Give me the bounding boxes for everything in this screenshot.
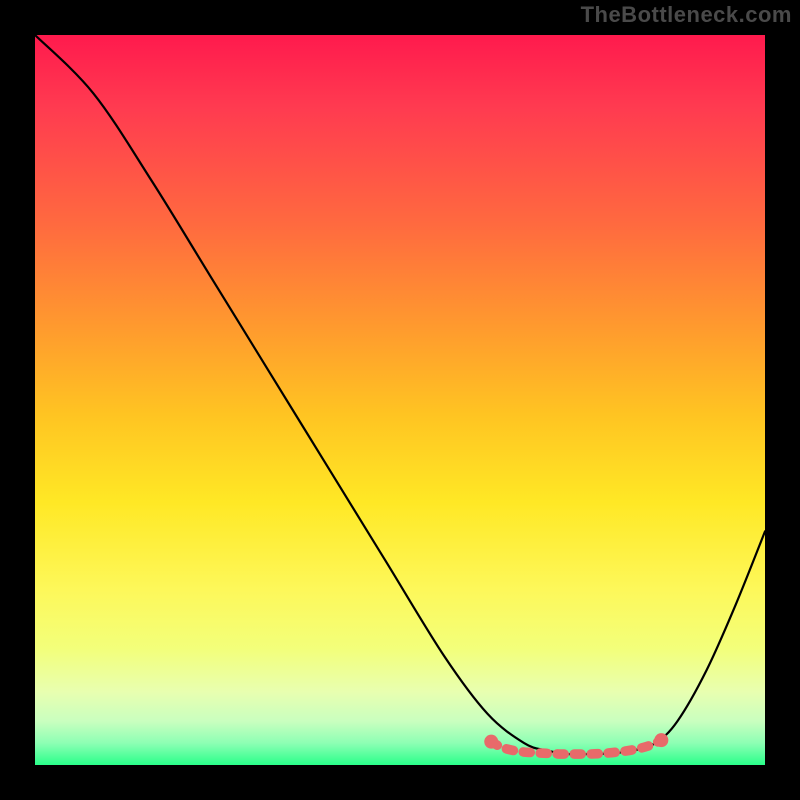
curve-layer <box>35 35 765 765</box>
chart-frame: TheBottleneck.com <box>0 0 800 800</box>
marker-band <box>491 740 661 754</box>
flat-region-markers <box>484 733 668 754</box>
bottleneck-curve <box>35 35 765 754</box>
watermark-text: TheBottleneck.com <box>581 2 792 28</box>
plot-area <box>35 35 765 765</box>
